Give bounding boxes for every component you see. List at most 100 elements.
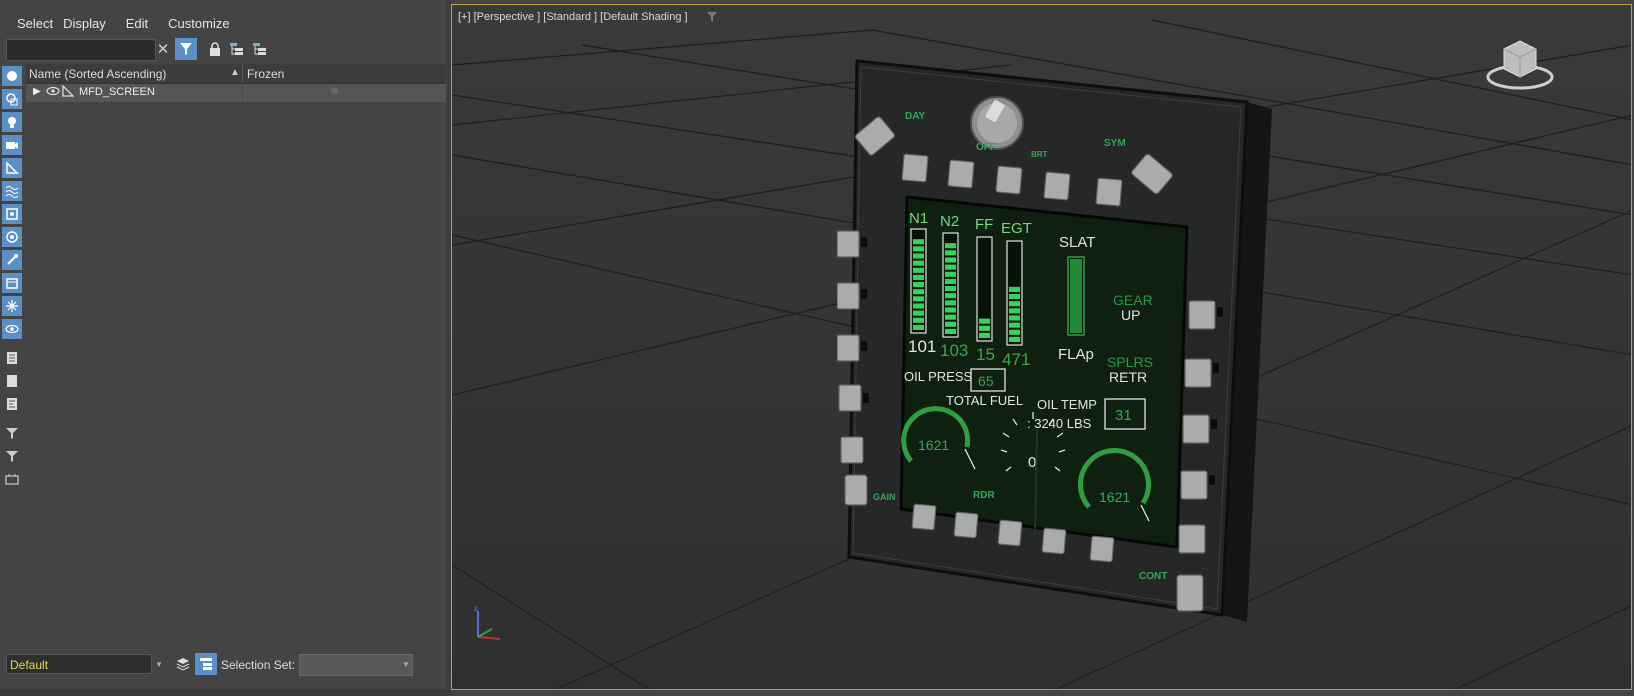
gauge-segment: [945, 286, 956, 292]
frozen-snowflake-icon[interactable]: ❄: [330, 85, 339, 98]
menu-display[interactable]: Display: [63, 16, 126, 31]
lock-icon[interactable]: [204, 38, 226, 60]
helpers-filter-icon[interactable]: [2, 158, 22, 178]
label-off: OFF: [976, 142, 996, 153]
viewcube-icon[interactable]: [1484, 35, 1556, 97]
gauge-segment: [1009, 286, 1020, 292]
slat-flap-fill: [1070, 259, 1082, 333]
containers-filter-icon[interactable]: [2, 273, 22, 293]
column-name-header[interactable]: Name (Sorted Ascending): [29, 67, 166, 81]
filter-icon-column: [2, 66, 24, 492]
groups-filter-icon[interactable]: [2, 204, 22, 224]
gauge-segment: [913, 253, 924, 259]
gear-state: UP: [1121, 307, 1140, 323]
selection-bracket-icon[interactable]: [2, 469, 22, 489]
geometry-filter-icon[interactable]: [2, 66, 22, 86]
lights-filter-icon[interactable]: [2, 112, 22, 132]
gauge-segment: [1009, 301, 1020, 307]
selection-set-dropdown[interactable]: [299, 654, 413, 676]
gauge-segment: [945, 271, 956, 277]
gauge-segment: [945, 243, 956, 249]
explorer-bottom-bar: Default ▼ Selection Set: ▼: [0, 653, 447, 684]
clear-search-icon[interactable]: ✕: [152, 38, 174, 60]
splrs-label: SPLRS: [1107, 354, 1153, 370]
gauge-value-n2: 103: [940, 341, 968, 360]
gauge-segment: [945, 257, 956, 263]
bones-filter-icon[interactable]: [2, 250, 22, 270]
table-row[interactable]: ▶ MFD_SCREEN ❄: [26, 84, 446, 102]
display-none-icon[interactable]: [2, 371, 22, 391]
expand-triangle-icon[interactable]: ▶: [33, 86, 41, 97]
gauge-label-egt: EGT: [1001, 220, 1032, 237]
viewport-filter-icon[interactable]: [706, 11, 718, 26]
oil-press-label: OIL PRESS: [904, 369, 972, 384]
gauge-segment: [945, 328, 956, 334]
layer-dropdown-arrow-icon[interactable]: ▼: [155, 660, 163, 669]
gauge-segment: [913, 289, 924, 295]
selection-set-arrow-icon[interactable]: ▼: [402, 660, 410, 669]
label-day: DAY: [905, 111, 926, 122]
filter-settings-icon[interactable]: [2, 423, 22, 443]
svg-text:z: z: [474, 604, 478, 613]
eye-icon[interactable]: [46, 85, 60, 99]
gauge-segment: [979, 325, 990, 331]
layers-icon[interactable]: [172, 653, 194, 675]
invert-display-icon[interactable]: [2, 394, 22, 414]
gauge-value-egt: 471: [1002, 350, 1030, 369]
menu-customize[interactable]: Customize: [168, 16, 249, 31]
gauge-segment: [945, 307, 956, 313]
filter-toggle-icon[interactable]: [175, 38, 197, 60]
oil-press-value: 65: [978, 373, 994, 389]
gauge-segment: [1009, 336, 1020, 342]
gauge-segment: [913, 303, 924, 309]
gauge-bar-ff: [976, 236, 993, 342]
gauge-value-ff: 15: [976, 345, 995, 364]
cameras-filter-icon[interactable]: [2, 135, 22, 155]
menu-select[interactable]: Select: [0, 16, 63, 31]
gauge-segment: [1009, 315, 1020, 321]
slat-label: SLAT: [1059, 234, 1095, 251]
label-brt: BRT: [1031, 150, 1048, 159]
column-divider[interactable]: [242, 64, 243, 83]
display-all-icon[interactable]: [2, 348, 22, 368]
gauge-segment: [979, 332, 990, 338]
hierarchy-icon[interactable]: [226, 38, 248, 60]
label-sym: SYM: [1104, 138, 1126, 149]
gauge-bar-n1: [910, 228, 927, 334]
shapes-filter-icon[interactable]: [2, 89, 22, 109]
hierarchy-expand-icon[interactable]: [249, 38, 271, 60]
axis-tripod-icon: z: [474, 604, 501, 640]
search-input[interactable]: [6, 39, 156, 61]
oil-temp-value: 31: [1115, 407, 1132, 424]
frozen-filter-icon[interactable]: [2, 296, 22, 316]
status-strip: [0, 689, 447, 696]
gauge-segment: [945, 321, 956, 327]
xrefs-filter-icon[interactable]: [2, 227, 22, 247]
explorer-column-header: Name (Sorted Ascending) ▲ Frozen: [26, 64, 446, 84]
helper-object-icon: [62, 84, 75, 100]
gauge-label-n2: N2: [940, 213, 959, 230]
selection-set-label: Selection Set:: [221, 658, 296, 672]
gear-label: GEAR: [1113, 292, 1153, 308]
gauge-segment: [945, 264, 956, 270]
gauge-segment: [913, 260, 924, 266]
hierarchy-mode-icon[interactable]: [195, 653, 217, 675]
column-frozen-header[interactable]: Frozen: [247, 67, 284, 81]
center-dial-value: 0: [1028, 454, 1036, 471]
label-cont: CONT: [1139, 571, 1167, 582]
layer-dropdown[interactable]: Default: [6, 654, 152, 674]
oil-temp-label: OIL TEMP: [1037, 397, 1097, 412]
gauge-segment: [913, 274, 924, 280]
viewport-label[interactable]: [+] [Perspective ] [Standard ] [Default …: [458, 11, 688, 23]
gauge-segment: [913, 267, 924, 273]
mfd-model[interactable]: DAY OFF BRT SYM GAIN RDR CONT N1 N2 FF E…: [837, 57, 1277, 627]
total-fuel-value: : 3240 LBS: [1027, 416, 1092, 431]
gauge-segment: [913, 246, 924, 252]
hidden-filter-icon[interactable]: [2, 319, 22, 339]
perspective-viewport[interactable]: [+] [Perspective ] [Standard ] [Default …: [451, 4, 1632, 690]
filter-icon[interactable]: [2, 446, 22, 466]
sort-ascending-icon: ▲: [230, 67, 240, 78]
gauge-label-ff: FF: [975, 216, 993, 233]
menu-edit[interactable]: Edit: [126, 16, 168, 31]
space-warps-filter-icon[interactable]: [2, 181, 22, 201]
